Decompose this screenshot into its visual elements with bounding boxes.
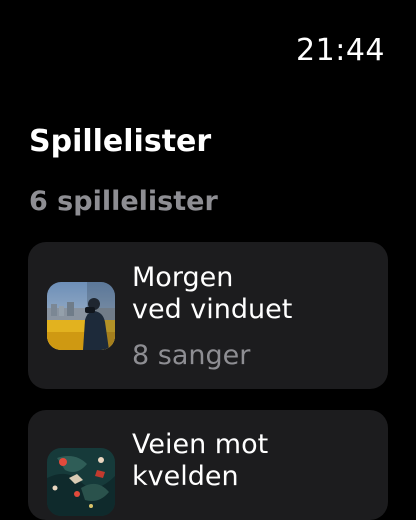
playlist-title-line: Veien mot bbox=[132, 429, 269, 460]
playlist-count-label: 6 spillelister bbox=[29, 186, 218, 217]
page-title: Spillelister bbox=[29, 124, 212, 159]
playlist-title: Morgen ved vinduet bbox=[132, 262, 372, 326]
playlist-title-line: ved vinduet bbox=[132, 294, 293, 325]
playlist-card[interactable]: Veien mot kvelden bbox=[28, 410, 388, 520]
playlist-title: Veien mot kvelden bbox=[132, 429, 372, 493]
playlist-artwork bbox=[47, 282, 115, 350]
playlist-artwork bbox=[47, 448, 115, 516]
playlist-title-line: Morgen bbox=[132, 262, 234, 293]
playlist-song-count: 8 sanger bbox=[132, 340, 251, 371]
status-time: 21:44 bbox=[296, 33, 385, 68]
playlist-card[interactable]: Morgen ved vinduet 8 sanger bbox=[28, 242, 388, 389]
playlist-title-line: kvelden bbox=[132, 461, 239, 492]
